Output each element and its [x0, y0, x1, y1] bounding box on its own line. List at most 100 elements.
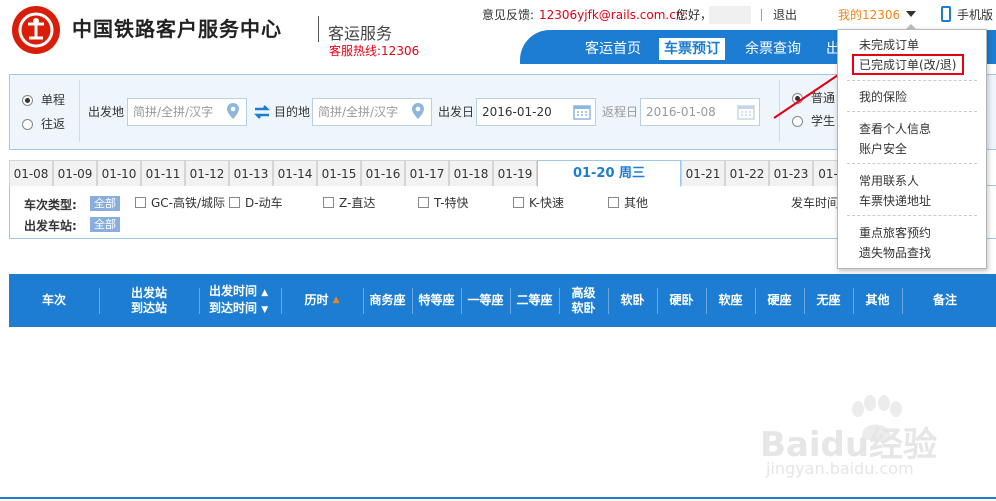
- round-trip-radio[interactable]: [22, 119, 33, 130]
- depart-station-label: 出发车站:: [24, 219, 77, 233]
- site-title: 中国铁路客户服务中心: [72, 17, 282, 41]
- sort-up-icon: ▲: [261, 287, 269, 298]
- date-tab[interactable]: 01-17: [405, 160, 449, 186]
- from-label: 出发地: [88, 105, 125, 119]
- train-type-all-chip[interactable]: 全部: [90, 196, 120, 211]
- menu-divider: [847, 163, 977, 164]
- railway-logo[interactable]: [12, 6, 60, 54]
- site-subtitle: 客运服务: [328, 24, 393, 43]
- date-tab[interactable]: 01-16: [361, 160, 405, 186]
- col-soft-seat: 软座: [718, 293, 743, 307]
- menu-divider: [847, 111, 977, 112]
- my-12306-menu[interactable]: 我的12306: [838, 6, 900, 24]
- train-type-checkbox[interactable]: [418, 197, 429, 208]
- col-no-seat: 无座: [816, 293, 841, 307]
- watermark-url: jingyan.baidu.com: [766, 459, 914, 478]
- calendar-icon[interactable]: [737, 103, 755, 120]
- date-tab[interactable]: 01-23: [769, 160, 813, 186]
- col-other: 其他: [865, 293, 890, 307]
- location-pin-icon[interactable]: [412, 103, 424, 119]
- date-tab[interactable]: 01-18: [449, 160, 493, 186]
- train-type-label-item: GC-高铁/城际: [151, 196, 226, 210]
- greeting: 您好，: [676, 8, 713, 22]
- feedback-label: 意见反馈:: [482, 8, 535, 22]
- railway-logo-icon: [18, 12, 54, 48]
- nav-ticket-booking[interactable]: 车票预订: [659, 38, 725, 60]
- date-tab[interactable]: 01-21: [681, 160, 725, 186]
- col-soft-sleeper: 软卧: [620, 293, 645, 307]
- col-times[interactable]: 出发时间 ▲ 到达时间 ▼: [199, 274, 281, 327]
- hotline: 客服热线:12306: [329, 44, 420, 58]
- col-special: 特等座: [418, 293, 455, 307]
- baidu-watermark: Baidu经验 jingyan.baidu.com: [760, 395, 996, 485]
- train-type-checkbox[interactable]: [608, 197, 619, 208]
- calendar-icon[interactable]: [573, 103, 591, 120]
- sort-up-icon: ▲: [332, 295, 340, 305]
- menu-account-security[interactable]: 账户安全: [859, 140, 907, 158]
- col-second-class: 二等座: [516, 293, 553, 307]
- date-tab[interactable]: 01-22: [725, 160, 769, 186]
- chevron-down-icon[interactable]: [906, 11, 916, 17]
- col-hard-sleeper: 硬卧: [669, 293, 694, 307]
- train-type-checkbox[interactable]: [323, 197, 334, 208]
- menu-divider: [847, 80, 977, 81]
- col-stations-arrive: 到达站: [130, 300, 167, 315]
- highlight-box: [852, 54, 964, 75]
- date-tab[interactable]: 01-09: [53, 160, 97, 186]
- col-stations: 出发站 到达站: [99, 274, 199, 327]
- train-type-label-item: T-特快: [434, 196, 469, 210]
- menu-unfinished-orders[interactable]: 未完成订单: [859, 36, 919, 54]
- depart-date-label: 出发日: [438, 105, 475, 119]
- date-tab[interactable]: 01-08: [9, 160, 53, 186]
- feedback-email-link[interactable]: 12306yjfk@rails.com.cn: [539, 6, 683, 24]
- col-remark: 备注: [932, 293, 957, 307]
- train-type-label-item: Z-直达: [339, 196, 376, 210]
- to-label: 目的地: [274, 105, 311, 119]
- date-tab[interactable]: 01-13: [229, 160, 273, 186]
- col-premium-line2: 软卧: [571, 300, 596, 315]
- round-trip-label: 往返: [41, 117, 66, 131]
- train-type-checkbox[interactable]: [135, 197, 146, 208]
- nav-ticket-query[interactable]: 余票查询: [745, 38, 801, 60]
- col-duration[interactable]: 历时 ▲: [281, 274, 363, 327]
- footer-line: [0, 497, 996, 499]
- date-tab[interactable]: 01-19: [493, 160, 537, 186]
- train-type-label-item: 其他: [624, 196, 649, 210]
- date-tab[interactable]: 01-10: [97, 160, 141, 186]
- date-tab[interactable]: 01-15: [317, 160, 361, 186]
- menu-personal-info[interactable]: 查看个人信息: [859, 120, 931, 138]
- username-masked: [709, 6, 751, 24]
- col-times-depart: 出发时间 ▲: [209, 283, 269, 298]
- sort-down-icon: ▼: [261, 304, 269, 315]
- return-date-label: 返程日: [602, 105, 639, 119]
- dropdown-caret: [905, 24, 917, 30]
- swap-stations-icon[interactable]: [253, 104, 271, 120]
- col-train: 车次: [41, 293, 66, 307]
- location-pin-icon[interactable]: [227, 103, 239, 119]
- phone-icon: [941, 6, 951, 22]
- date-tab[interactable]: 01-12: [185, 160, 229, 186]
- depart-station-all-chip[interactable]: 全部: [90, 217, 120, 232]
- logout-link[interactable]: 退出: [773, 6, 797, 24]
- menu-key-passenger[interactable]: 重点旅客预约: [859, 224, 931, 242]
- menu-contacts[interactable]: 常用联系人: [859, 172, 919, 190]
- col-business: 商务座: [369, 293, 406, 307]
- col-premium-line1: 高级: [571, 285, 596, 300]
- col-stations-depart: 出发站: [130, 285, 167, 300]
- date-tab-selected[interactable]: 01-20 周三: [537, 160, 681, 187]
- one-way-radio[interactable]: [22, 95, 33, 106]
- title-separator: [318, 16, 319, 42]
- train-type-checkbox[interactable]: [513, 197, 524, 208]
- link-separator: [761, 9, 762, 21]
- train-type-label-item: K-快速: [529, 196, 564, 210]
- col-hard-seat: 硬座: [767, 293, 792, 307]
- depart-time-label: 发车时间: [791, 196, 840, 210]
- menu-my-insurance[interactable]: 我的保险: [859, 88, 907, 106]
- menu-lost-items[interactable]: 遗失物品查找: [859, 244, 931, 262]
- train-type-checkbox[interactable]: [229, 197, 240, 208]
- menu-delivery-address[interactable]: 车票快递地址: [859, 192, 931, 210]
- mobile-link[interactable]: 手机版: [957, 6, 993, 24]
- nav-home[interactable]: 客运首页: [585, 38, 641, 60]
- date-tab[interactable]: 01-14: [273, 160, 317, 186]
- date-tab[interactable]: 01-11: [141, 160, 185, 186]
